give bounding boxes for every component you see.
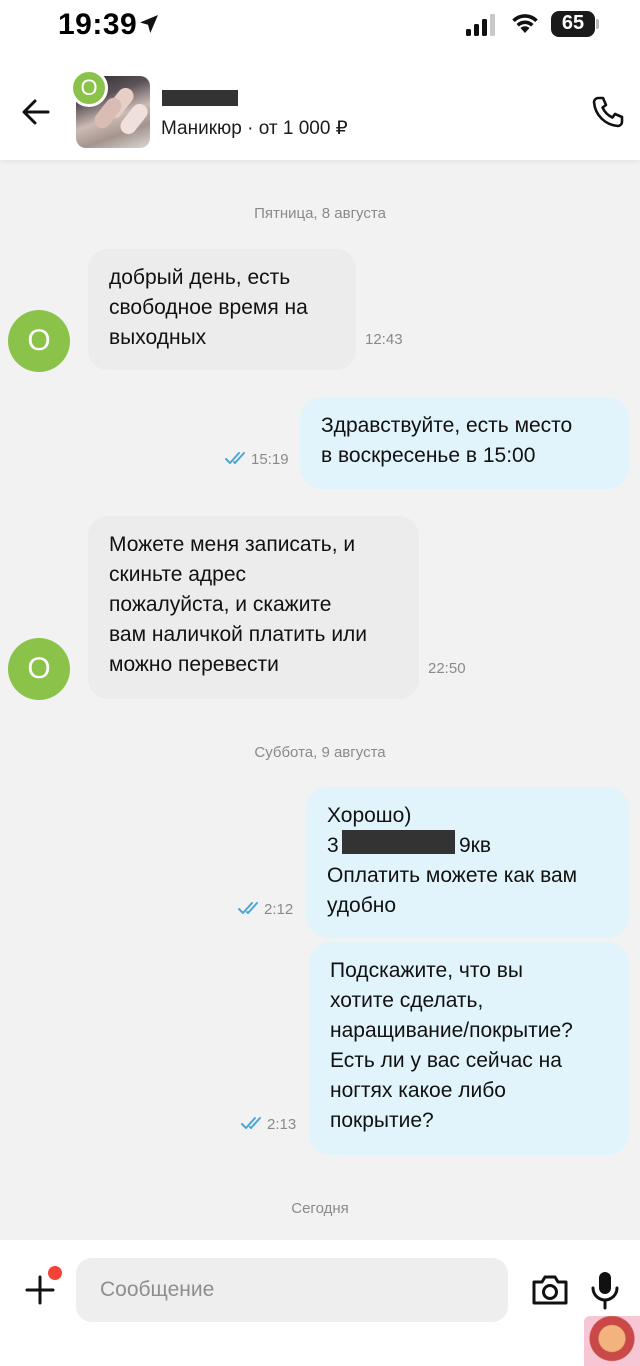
address-redacted xyxy=(342,830,455,854)
message-text: Можете меня записать, и скиньте адрес по… xyxy=(109,533,368,676)
message-text-line: Хорошо) xyxy=(327,804,412,827)
message-time: 2:13 xyxy=(267,1116,297,1133)
date-separator: Пятница, 8 августа xyxy=(254,205,386,222)
message-bubble-outgoing[interactable]: Здравствуйте, есть место в воскресенье в… xyxy=(300,397,629,489)
message-bubble-incoming[interactable]: Можете меня записать, и скиньте адрес по… xyxy=(88,516,419,699)
message-bubble-outgoing[interactable]: Хорошо) 3 9кв Оплатить можете как вам уд… xyxy=(306,787,629,938)
chat-header: O Маникюр · от 1 000 ₽ xyxy=(0,50,640,160)
date-separator: Сегодня xyxy=(291,1200,349,1217)
double-check-icon xyxy=(241,1117,261,1129)
listing-subtitle: Маникюр · от 1 000 ₽ xyxy=(161,118,348,139)
battery-icon: 65 xyxy=(551,11,595,37)
sender-avatar-letter: O xyxy=(27,324,51,357)
message-bubble-outgoing[interactable]: Подскажите, что вы хотите сделать, наращ… xyxy=(309,942,629,1155)
message-text-line: 9кв xyxy=(459,834,492,857)
message-text: Подскажите, что вы хотите сделать, наращ… xyxy=(330,959,573,1132)
contact-name-redacted xyxy=(162,90,238,106)
camera-icon[interactable] xyxy=(530,1272,570,1308)
back-arrow-icon[interactable] xyxy=(18,94,54,130)
message-time: 12:43 xyxy=(365,331,403,348)
date-separator: Суббота, 9 августа xyxy=(254,744,386,761)
status-time: 19:39 xyxy=(58,8,138,41)
double-check-icon xyxy=(225,452,245,464)
double-check-icon xyxy=(238,902,258,914)
location-arrow-icon xyxy=(140,15,158,33)
battery-level: 65 xyxy=(561,12,585,34)
message-composer xyxy=(0,1240,640,1366)
sender-avatar: O xyxy=(8,638,70,700)
message-time: 15:19 xyxy=(251,451,289,468)
status-bar: 19:39 65 xyxy=(0,0,640,50)
message-text: Здравствуйте, есть место в воскресенье в… xyxy=(321,414,573,467)
message-text: добрый день, есть свободное время на вых… xyxy=(109,266,308,349)
phone-icon[interactable] xyxy=(590,94,626,130)
contact-avatar-letter: O xyxy=(80,75,98,100)
message-time: 2:12 xyxy=(264,901,294,918)
message-bubble-incoming[interactable]: добрый день, есть свободное время на вых… xyxy=(88,249,356,370)
message-text-line: 3 xyxy=(327,834,339,857)
contact-avatar: O xyxy=(70,69,108,107)
message-text: Оплатить можете как вам удобно xyxy=(327,864,578,917)
microphone-icon[interactable] xyxy=(590,1270,620,1310)
message-time: 22:50 xyxy=(428,660,466,677)
wifi-icon xyxy=(512,14,538,33)
notification-dot xyxy=(48,1266,62,1280)
sticker-image xyxy=(584,1316,640,1366)
battery-nub xyxy=(596,19,599,29)
sender-avatar: O xyxy=(8,310,70,372)
signal-icon xyxy=(466,14,495,36)
message-input[interactable] xyxy=(76,1258,508,1322)
sender-avatar-letter: O xyxy=(27,652,51,685)
